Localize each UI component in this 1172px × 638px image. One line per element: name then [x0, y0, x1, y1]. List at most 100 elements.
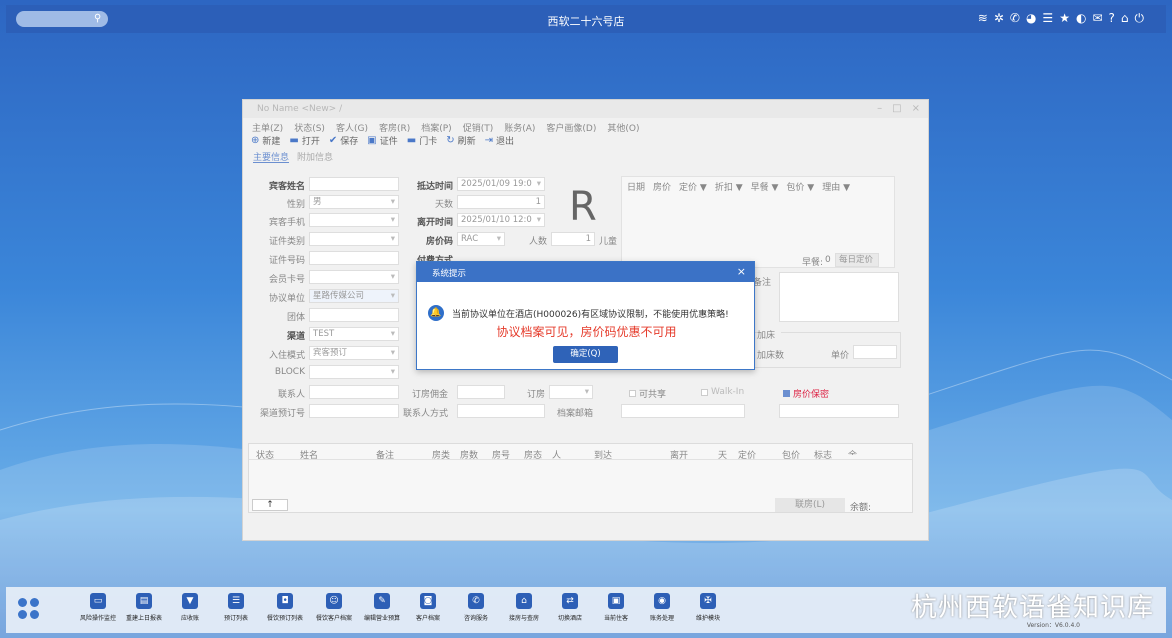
adults-field[interactable]: 1: [551, 232, 595, 246]
rate-col-header: 房价: [653, 183, 672, 193]
room-card-button[interactable]: ▬ 门卡: [407, 134, 437, 147]
remark-label: 备注: [753, 278, 772, 288]
agreement-select[interactable]: 星路传媒公司 ▾: [309, 289, 399, 303]
channel-order-field[interactable]: [309, 404, 399, 418]
system-alert-dialog: 系统提示 × 🔔 当前协议单位在酒店(H000026)有区域协议限制，不能使用优…: [416, 261, 755, 370]
close-icon[interactable]: ×: [912, 103, 920, 114]
guest-name-label: 宾客姓名: [268, 182, 305, 192]
grid-header: 包价: [782, 451, 801, 461]
rate-col-header[interactable]: 早餐 ▼: [751, 180, 779, 193]
menu-item[interactable]: 促销(T): [463, 121, 494, 134]
departure-field[interactable]: 2025/01/10 12:0 ▾: [457, 213, 545, 227]
moon-icon[interactable]: ◐: [1076, 11, 1086, 26]
booking-select[interactable]: ▾: [549, 385, 593, 399]
grid-header: 定价: [738, 451, 757, 461]
minimize-icon[interactable]: –: [877, 103, 882, 114]
new-button[interactable]: ⊕ 新建: [251, 134, 280, 147]
room-card-label: 门卡: [419, 137, 438, 147]
taskbar-app[interactable]: ◙ 客户档案: [404, 593, 452, 622]
taskbar-app[interactable]: ◘ 餐饮预订列表: [261, 593, 309, 622]
open-button[interactable]: ▬ 打开: [289, 134, 319, 147]
wifi-icon[interactable]: ≋: [978, 11, 988, 26]
tools-icon[interactable]: ✲: [994, 11, 1004, 26]
report-icon: ▤: [136, 593, 152, 609]
unit-price-field[interactable]: [853, 345, 897, 359]
walkin-label: Walk-In: [711, 387, 745, 397]
taskbar-app[interactable]: ▤ 重建上日报表: [120, 593, 168, 622]
help-icon[interactable]: ?: [1109, 11, 1115, 26]
phone-icon[interactable]: ✆: [1010, 11, 1020, 26]
taskbar-app[interactable]: ✠ 维护模块: [684, 593, 732, 622]
rate-col-header[interactable]: 折扣 ▼: [715, 180, 743, 193]
gender-select[interactable]: 男 ▾: [309, 195, 399, 209]
profile-email-field[interactable]: [621, 404, 745, 418]
rate-col-header[interactable]: 理由 ▼: [822, 180, 850, 193]
id-type-select[interactable]: ▾: [309, 232, 399, 246]
exit-button[interactable]: ⇥ 退出: [485, 134, 514, 147]
refresh-icon: ↻: [446, 135, 455, 146]
rate-col-header[interactable]: 包价 ▼: [786, 180, 814, 193]
contact-method-field[interactable]: [457, 404, 545, 418]
arrival-label: 抵达时间: [416, 182, 453, 192]
refresh-button[interactable]: ↻ 刷新: [446, 134, 475, 147]
menu-item[interactable]: 档案(P): [421, 121, 451, 134]
rate-col-header[interactable]: 定价 ▼: [679, 180, 707, 193]
taskbar-app[interactable]: ◉ 账务处理: [638, 593, 686, 622]
phone-field[interactable]: ▾: [309, 213, 399, 227]
taskbar-app[interactable]: ☰ 预订列表: [212, 593, 260, 622]
taskbar-app[interactable]: ✆ 咨询服务: [452, 593, 500, 622]
taskbar-app[interactable]: ▭ 风险操作监控: [74, 593, 122, 622]
menu-item[interactable]: 客人(G): [336, 121, 368, 134]
block-select[interactable]: ▾: [309, 365, 399, 379]
group-field[interactable]: [309, 308, 399, 322]
walkin-checkbox[interactable]: Walk-In: [701, 387, 744, 397]
mail-icon[interactable]: ✉: [1092, 11, 1102, 26]
contact-field[interactable]: [309, 385, 399, 399]
list-icon[interactable]: ☰: [1042, 11, 1053, 26]
share-checkbox[interactable]: 可共享: [629, 387, 666, 400]
menu-item[interactable]: 客户画像(D): [546, 121, 596, 134]
save-button[interactable]: ✔ 保存: [329, 134, 358, 147]
taskbar-app[interactable]: ⌂ 接房与查房: [500, 593, 548, 622]
menu-item[interactable]: 状态(S): [294, 121, 325, 134]
taskbar-app[interactable]: ⇄ 切换酒店: [546, 593, 594, 622]
taskbar-app[interactable]: ▼ 应收账: [166, 593, 214, 622]
home-icon[interactable]: ⌂: [1121, 11, 1129, 26]
arrival-field[interactable]: 2025/01/09 19:0 ▾: [457, 177, 545, 191]
taskbar-app-label: 重建上日报表: [125, 615, 162, 622]
checkin-mode-select[interactable]: 宾客预订 ▾: [309, 346, 399, 360]
taskbar-app[interactable]: ☺ 餐饮客户档案: [310, 593, 358, 622]
member-card-field[interactable]: ▾: [309, 270, 399, 284]
tab-extra-info[interactable]: 附加信息: [297, 150, 333, 163]
maximize-icon[interactable]: □: [892, 103, 901, 114]
power-icon[interactable]: ⏻: [1135, 11, 1145, 26]
menu-item[interactable]: 主单(Z): [252, 121, 283, 134]
star-icon[interactable]: ★: [1059, 11, 1070, 26]
contact-label: 联系人: [277, 390, 305, 400]
remark-field[interactable]: [779, 272, 899, 322]
menu-item[interactable]: 账务(A): [504, 121, 535, 134]
check-circle-icon: ✔: [328, 135, 338, 146]
start-menu-icon[interactable]: [18, 598, 40, 620]
daily-rate-button[interactable]: 每日定价: [835, 253, 879, 267]
taskbar-app[interactable]: ▣ 当前住客: [592, 593, 640, 622]
up-arrow-button[interactable]: ↑: [252, 499, 288, 511]
taskbar-app[interactable]: ✎ 编辑营业预算: [358, 593, 406, 622]
menu-item[interactable]: 其他(O): [607, 121, 639, 134]
palette-icon[interactable]: ◕: [1026, 11, 1036, 26]
id-card-button[interactable]: ▣ 证件: [367, 134, 397, 147]
rate-secret-field[interactable]: [779, 404, 899, 418]
link-room-button[interactable]: 联房(L): [775, 498, 845, 512]
channel-select[interactable]: TEST ▾: [309, 327, 399, 341]
menu-item[interactable]: 客房(R): [379, 121, 410, 134]
window-title-bar: No Name <New> / – □ ×: [243, 100, 928, 118]
rate-secret-checkbox[interactable]: 房价保密: [783, 387, 829, 400]
id-number-field[interactable]: [309, 251, 399, 265]
ok-button[interactable]: 确定(Q): [553, 346, 618, 363]
days-field[interactable]: 1: [457, 195, 545, 209]
close-icon[interactable]: ×: [737, 265, 746, 278]
guest-name-field[interactable]: [309, 177, 399, 191]
tab-main-info[interactable]: 主要信息: [253, 150, 290, 163]
form-tabs: 主要信息 附加信息: [243, 147, 928, 163]
taskbar-app-label: 餐饮预订列表: [266, 615, 303, 622]
